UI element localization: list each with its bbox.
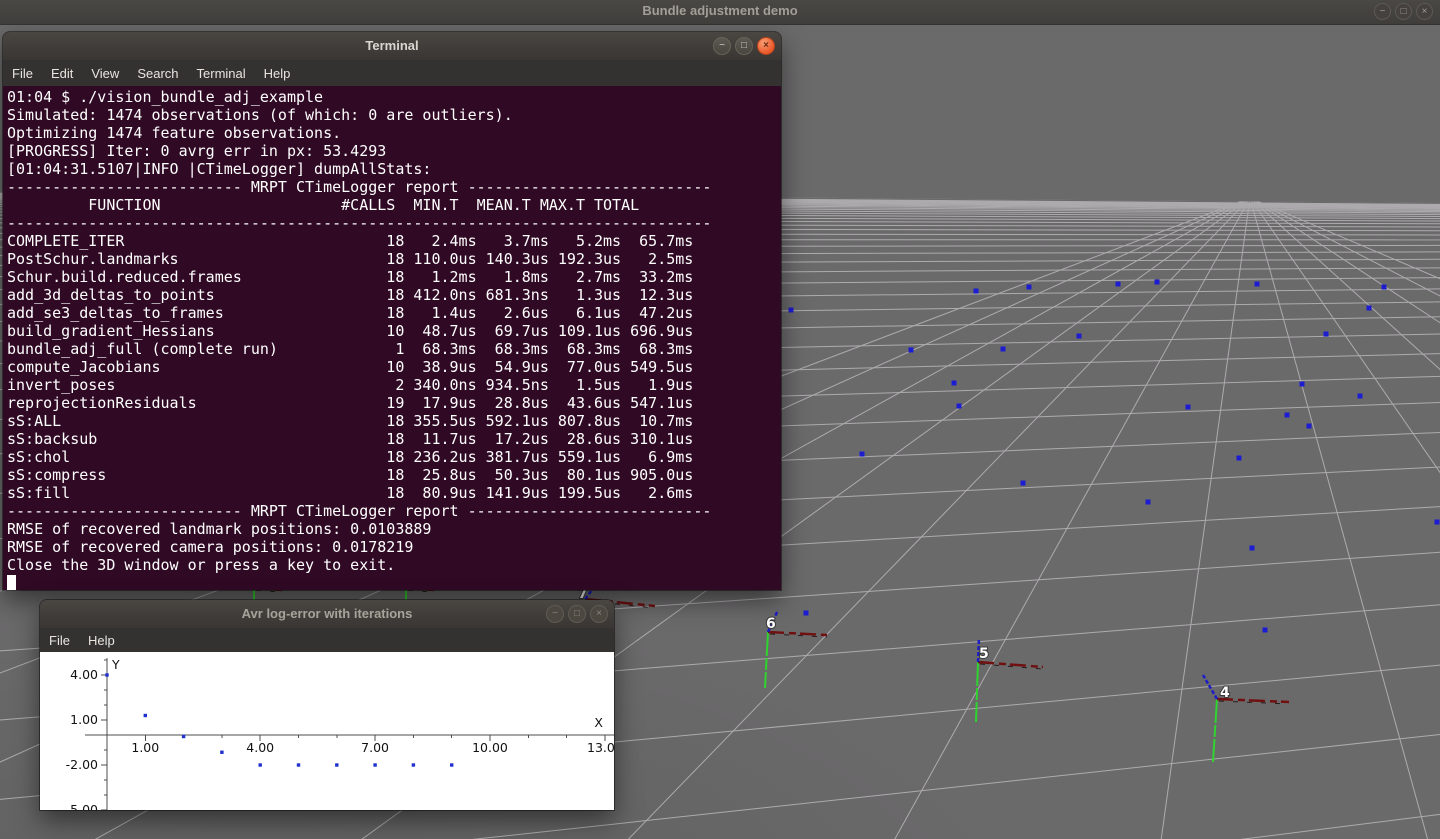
data-point — [105, 673, 108, 676]
main-window-title: Bundle adjustment demo — [0, 3, 1440, 18]
terminal-output: 01:04 $ ./vision_bundle_adj_example Simu… — [3, 86, 781, 590]
main-window-titlebar: Bundle adjustment demo − □ × — [0, 0, 1440, 25]
y-tick-label: -5.00 — [66, 802, 98, 810]
plot-menu-item-file[interactable]: File — [40, 633, 79, 648]
terminal-menu-item-search[interactable]: Search — [128, 66, 187, 81]
landmark-point — [952, 381, 957, 386]
landmark-point — [789, 308, 794, 313]
terminal-output-area[interactable]: 01:04 $ ./vision_bundle_adj_example Simu… — [3, 86, 781, 590]
camera-label: 5 — [979, 646, 989, 662]
minimize-icon[interactable]: − — [1374, 3, 1391, 20]
terminal-menu-item-edit[interactable]: Edit — [42, 66, 82, 81]
landmark-point — [1324, 332, 1329, 337]
terminal-menu-item-terminal[interactable]: Terminal — [188, 66, 255, 81]
landmark-point — [1155, 280, 1160, 285]
data-point — [220, 751, 223, 754]
terminal-cursor — [7, 575, 16, 590]
landmark-point — [1285, 413, 1290, 418]
landmark-point — [1237, 456, 1242, 461]
terminal-menubar: FileEditViewSearchTerminalHelp — [3, 60, 781, 86]
maximize-icon[interactable]: □ — [568, 605, 586, 623]
landmark-point — [1146, 500, 1151, 505]
terminal-titlebar[interactable]: Terminal − □ × — [3, 32, 781, 60]
y-axis-label: Y — [111, 657, 120, 672]
maximize-icon[interactable]: □ — [735, 37, 753, 55]
camera-label: 6 — [766, 616, 776, 632]
terminal-window: Terminal − □ × FileEditViewSearchTermina… — [3, 32, 781, 590]
desktop: 4567 Bundle adjustment demo − □ × Termin… — [0, 0, 1440, 839]
camera-frame-5: 5 — [976, 638, 1043, 722]
landmark-point — [1116, 282, 1121, 287]
close-icon[interactable]: × — [590, 605, 608, 623]
maximize-icon[interactable]: □ — [1395, 3, 1412, 20]
data-point — [373, 763, 376, 766]
data-point — [259, 763, 262, 766]
landmark-point — [1001, 347, 1006, 352]
landmark-point — [1367, 306, 1372, 311]
x-tick-label: 4.00 — [246, 740, 274, 755]
data-point — [297, 763, 300, 766]
landmark-point — [1382, 285, 1387, 290]
terminal-title: Terminal — [3, 38, 781, 53]
terminal-window-controls: − □ × — [713, 37, 775, 55]
landmark-point — [1307, 424, 1312, 429]
x-axis-label: X — [594, 715, 603, 730]
terminal-menu-item-view[interactable]: View — [82, 66, 128, 81]
close-icon[interactable]: × — [757, 37, 775, 55]
landmark-point — [957, 404, 962, 409]
landmark-point — [860, 452, 865, 457]
data-point — [450, 763, 453, 766]
camera-label: 4 — [1220, 685, 1230, 701]
plot-window: Avr log-error with iterations − □ × File… — [40, 600, 614, 810]
data-point — [182, 735, 185, 738]
terminal-menu-item-file[interactable]: File — [3, 66, 42, 81]
landmark-point — [1255, 282, 1260, 287]
plot-title: Avr log-error with iterations — [40, 606, 614, 621]
chart-plot-area[interactable]: 1.00 4.00 7.00 10.00 13.00 4.00 1.00 -2.00 -5.00… — [40, 652, 614, 810]
y-tick-label: -2.00 — [66, 757, 98, 772]
landmark-point — [1021, 481, 1026, 486]
landmark-point — [1077, 334, 1082, 339]
minimize-icon[interactable]: − — [713, 37, 731, 55]
camera-frame-4: 4 — [1203, 675, 1289, 762]
landmark-point — [974, 289, 979, 294]
plot-menubar: FileHelp — [40, 628, 614, 652]
scatter-chart: 1.00 4.00 7.00 10.00 13.00 4.00 1.00 -2.00 -5.00… — [40, 652, 614, 810]
x-tick-label: 7.00 — [361, 740, 389, 755]
landmark-point — [1186, 405, 1191, 410]
x-tick-label: 10.00 — [472, 740, 508, 755]
y-tick-label: 1.00 — [70, 712, 98, 727]
main-window-controls: − □ × — [1374, 3, 1433, 20]
landmark-point — [1358, 394, 1363, 399]
landmark-point — [1250, 546, 1255, 551]
data-point — [144, 714, 147, 717]
plot-titlebar[interactable]: Avr log-error with iterations − □ × — [40, 600, 614, 628]
x-tick-label: 13.00 — [587, 740, 614, 755]
landmark-point — [1027, 285, 1032, 290]
landmark-point — [1300, 382, 1305, 387]
landmark-point — [909, 348, 914, 353]
plot-menu-item-help[interactable]: Help — [79, 633, 124, 648]
data-point — [335, 763, 338, 766]
landmark-point — [1435, 520, 1440, 525]
data-point — [412, 763, 415, 766]
close-icon[interactable]: × — [1416, 3, 1433, 20]
terminal-menu-item-help[interactable]: Help — [255, 66, 300, 81]
camera-frame-6: 6 — [765, 610, 827, 688]
minimize-icon[interactable]: − — [546, 605, 564, 623]
plot-window-controls: − □ × — [546, 605, 608, 623]
landmark-point — [1263, 628, 1268, 633]
landmark-point — [804, 611, 809, 616]
y-tick-label: 4.00 — [70, 667, 98, 682]
x-tick-label: 1.00 — [131, 740, 159, 755]
